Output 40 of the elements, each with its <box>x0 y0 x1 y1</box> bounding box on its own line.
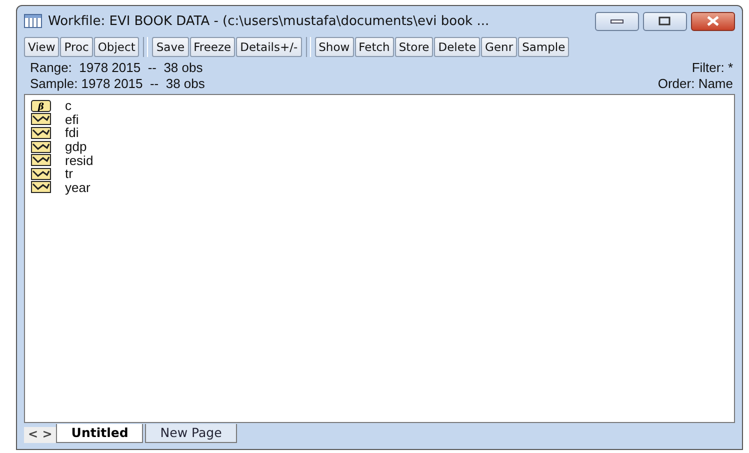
series-icon <box>31 126 51 139</box>
close-button[interactable] <box>691 12 735 30</box>
toolbar-button[interactable]: Genr <box>481 37 518 57</box>
filter-text: Filter: * <box>692 60 733 76</box>
maximize-icon <box>658 16 672 26</box>
toolbar-button[interactable]: Save <box>152 37 189 57</box>
sample-text: Sample: 1978 2015 -- 38 obs <box>30 76 205 92</box>
object-name[interactable]: fdi <box>65 125 79 140</box>
page-tab[interactable]: Untitled <box>56 424 144 443</box>
page-tab[interactable]: New Page <box>145 424 237 443</box>
beta-symbol: β <box>38 102 44 112</box>
toolbar-button[interactable]: Fetch <box>354 37 394 57</box>
toolbar-button[interactable]: Store <box>394 37 434 57</box>
series-icon <box>31 168 51 180</box>
object-name[interactable]: efi <box>65 112 79 127</box>
order-text: Order: Name <box>658 76 733 92</box>
object-name[interactable]: resid <box>65 152 94 168</box>
object-name[interactable]: c <box>65 98 72 114</box>
series-icon <box>31 181 51 194</box>
maximize-button[interactable] <box>643 12 687 30</box>
toolbar-button[interactable]: Show <box>314 37 354 57</box>
toolbar-button[interactable]: Sample <box>518 37 570 57</box>
window-title: Workfile: EVI BOOK DATA - (c:\users\mustafa\documents\evi book ... <box>48 14 490 28</box>
toolbar-button[interactable]: Freeze <box>190 37 236 57</box>
toolbar-button[interactable]: Proc <box>60 37 93 57</box>
series-icon <box>31 154 51 166</box>
toolbar-button[interactable]: Delete <box>434 37 480 57</box>
minimize-button[interactable] <box>595 12 639 30</box>
object-name[interactable]: year <box>65 180 90 195</box>
range-text: Range: 1978 2015 -- 38 obs <box>30 60 203 76</box>
page-nav-arrows[interactable]: < > <box>24 427 56 443</box>
series-icon <box>31 140 51 153</box>
toolbar-button[interactable]: Object <box>94 37 140 57</box>
object-name[interactable]: gdp <box>65 139 87 154</box>
close-icon <box>706 16 720 26</box>
table-icon <box>24 14 42 28</box>
minimize-icon <box>610 18 624 24</box>
toolbar-button[interactable]: View <box>24 37 60 57</box>
toolbar-button[interactable]: Details+/- <box>236 37 302 57</box>
object-name[interactable]: tr <box>65 166 73 182</box>
